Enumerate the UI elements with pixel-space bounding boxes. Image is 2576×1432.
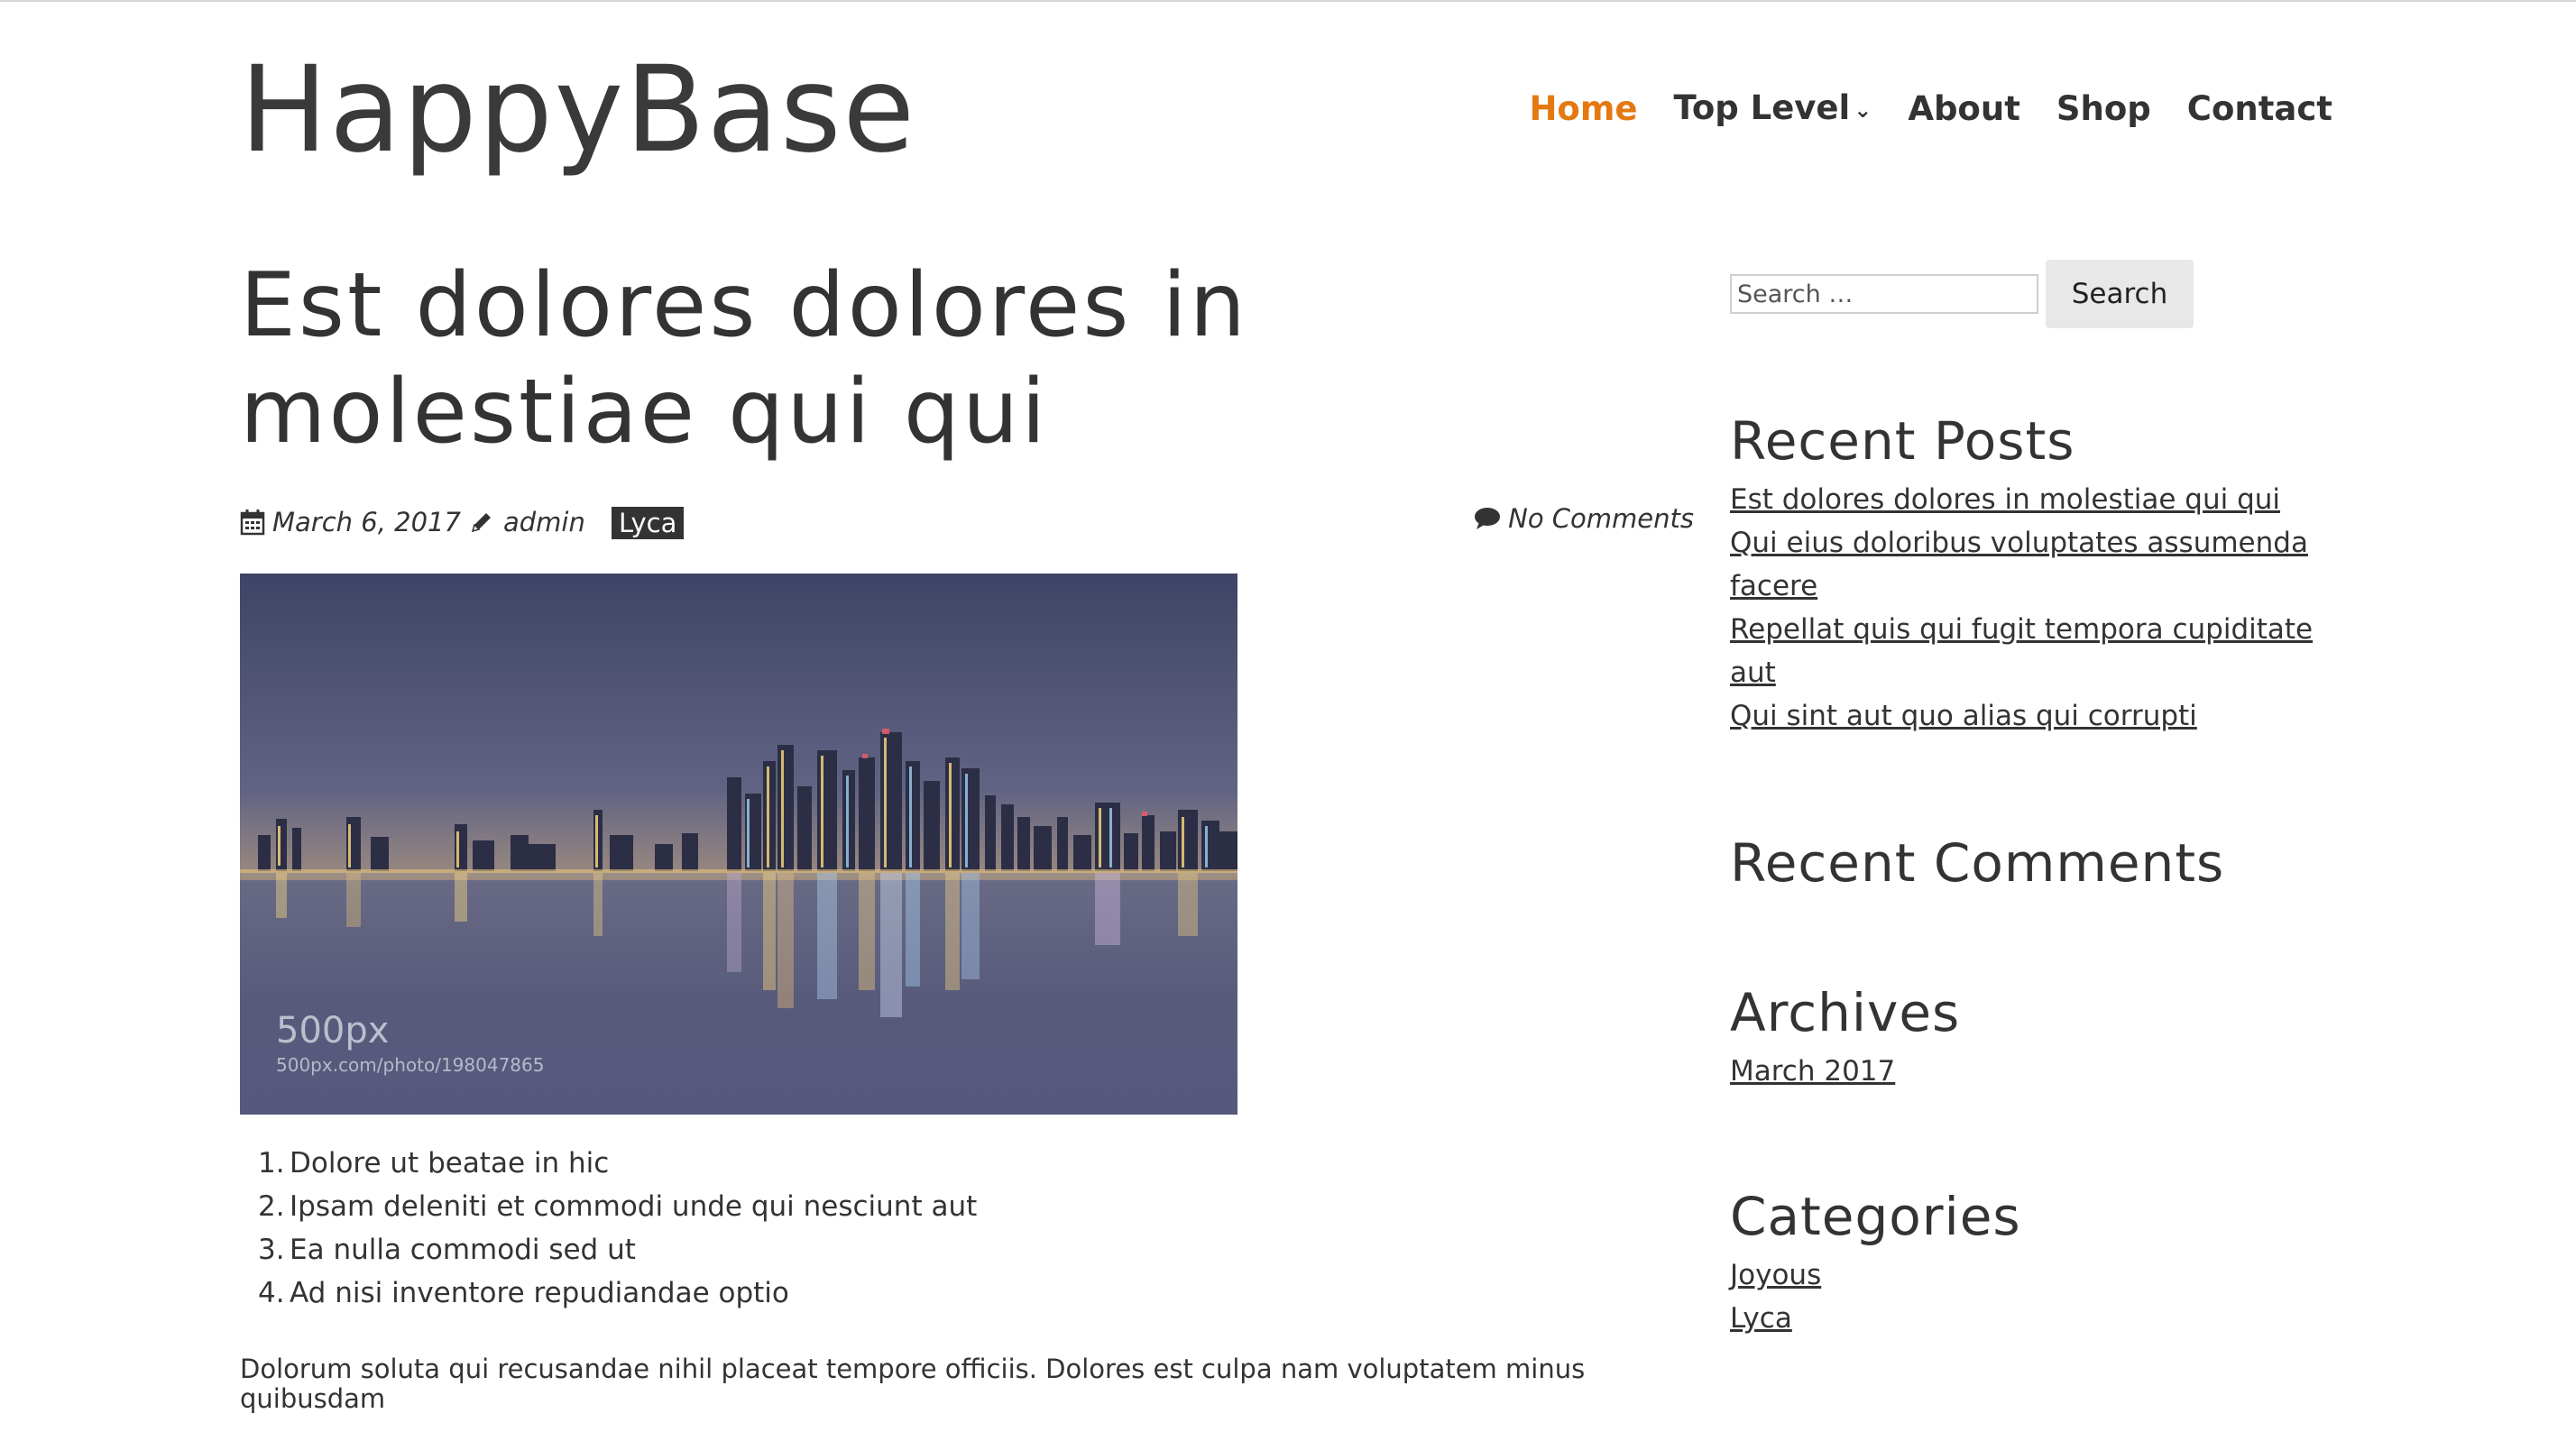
post-paragraph: Dolorum soluta qui recusandae nihil plac…	[240, 1354, 1586, 1414]
list-item: Dolore ut beatae in hic	[258, 1142, 610, 1185]
post-date[interactable]: March 6, 2017	[240, 507, 461, 537]
nav-item-shop[interactable]: Shop	[2056, 84, 2151, 134]
post-author[interactable]: admin	[469, 507, 585, 537]
pencil-icon	[469, 509, 494, 535]
post-comments-text: No Comments	[1508, 503, 1694, 534]
widget-title: Recent Comments	[1730, 832, 2225, 894]
nav-item-top-level[interactable]: Top Level ⌄	[1674, 83, 1872, 135]
recent-post-link[interactable]: Est dolores dolores in molestiae qui qui	[1730, 483, 2280, 516]
recent-post-link[interactable]: Qui sint aut quo alias qui corrupti	[1730, 700, 2197, 732]
post-author-text: admin	[503, 507, 585, 537]
post-title: Est dolores dolores in molestiae qui qui	[240, 254, 1248, 464]
nav-item-about[interactable]: About	[1908, 84, 2020, 134]
recent-post-link[interactable]: Repellat quis qui fugit tempora cupidita…	[1730, 613, 2313, 689]
search-form: Search	[1730, 260, 2194, 328]
post-category-badge[interactable]: Lyca	[612, 507, 685, 539]
nav-item-home[interactable]: Home	[1529, 84, 1637, 134]
post-meta: March 6, 2017 admin Lyca No Comments	[240, 503, 1694, 546]
archives-widget: Archives March 2017	[1730, 981, 2361, 1093]
recent-comments-widget: Recent Comments	[1730, 831, 2361, 895]
list-item: Ea nulla commodi sed ut	[258, 1228, 636, 1271]
nav-label: Contact	[2186, 88, 2332, 128]
post-ordered-list: Dolore ut beatae in hic Ipsam deleniti e…	[240, 1142, 977, 1315]
watermark-brand: 500px	[276, 1010, 389, 1051]
widget-title: Recent Posts	[1730, 410, 2075, 472]
main-navigation: Home Top Level ⌄ About Shop Contact	[1529, 83, 2332, 135]
categories-widget: Categories Joyous Lyca	[1730, 1185, 2361, 1340]
nav-label: Home	[1529, 88, 1638, 128]
page: HappyBase Home Top Level ⌄ About Shop Con…	[0, 2, 2576, 1432]
list-item: Ad nisi inventore repudiandae optio	[258, 1271, 789, 1315]
category-link[interactable]: Lyca	[1730, 1302, 1792, 1335]
widget-title: Archives	[1730, 982, 1961, 1043]
recent-post-link[interactable]: Qui eius doloribus voluptates assumenda …	[1730, 527, 2308, 602]
comment-icon	[1474, 507, 1501, 530]
calendar-icon	[240, 509, 265, 536]
archive-link[interactable]: March 2017	[1730, 1055, 1895, 1088]
site-title[interactable]: HappyBase	[240, 38, 916, 182]
post-date-text: March 6, 2017	[272, 507, 461, 537]
widget-title: Categories	[1730, 1186, 2021, 1247]
chevron-down-icon: ⌄	[1854, 96, 1872, 123]
search-button[interactable]: Search	[2046, 260, 2194, 328]
recent-posts-widget: Recent Posts Est dolores dolores in mole…	[1730, 409, 2361, 738]
list-item: Ipsam deleniti et commodi unde qui nesci…	[258, 1185, 978, 1228]
watermark-url: 500px.com/photo/198047865	[276, 1054, 544, 1076]
nav-label: Top Level	[1673, 88, 1851, 127]
search-input[interactable]	[1730, 274, 2038, 314]
category-link[interactable]: Joyous	[1730, 1259, 1821, 1291]
featured-image: 500px 500px.com/photo/198047865	[240, 574, 1237, 1115]
post-comments-link[interactable]: No Comments	[1474, 503, 1694, 534]
nav-item-contact[interactable]: Contact	[2187, 84, 2332, 134]
nav-label: About	[1908, 88, 2020, 128]
nav-label: Shop	[2056, 88, 2151, 128]
